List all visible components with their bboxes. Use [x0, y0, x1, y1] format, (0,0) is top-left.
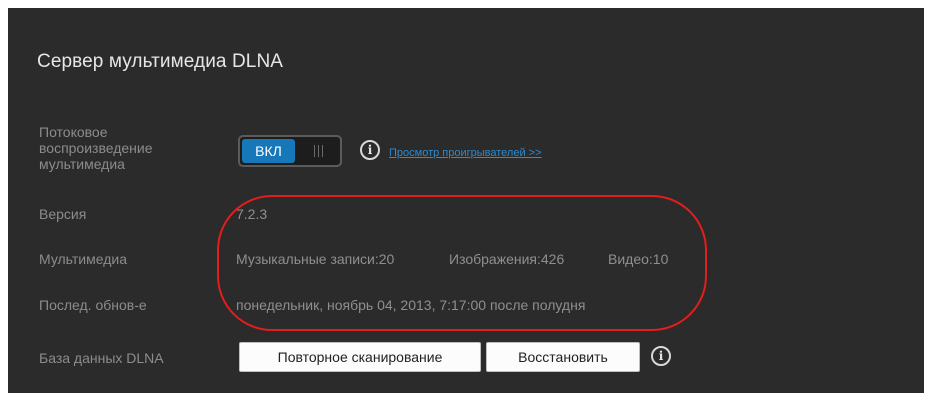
- database-info-icon[interactable]: i: [651, 346, 671, 366]
- page-title: Сервер мультимедиа DLNA: [37, 51, 284, 72]
- restore-button[interactable]: Восстановить: [486, 342, 640, 372]
- dlna-settings-panel: Сервер мультимедиа DLNA Потоковое воспро…: [8, 8, 924, 393]
- rescan-button[interactable]: Повторное сканирование: [239, 342, 481, 372]
- streaming-label-line-3: мультимедиа: [39, 156, 125, 172]
- streaming-label-line-2: воспроизведение: [39, 140, 153, 156]
- media-label: Мультимедиа: [39, 251, 127, 267]
- streaming-toggle[interactable]: ВКЛ: [238, 135, 342, 167]
- database-label: База данных DLNA: [39, 350, 164, 366]
- streaming-label: Потоковое воспроизведение мультимедиа: [39, 124, 153, 172]
- streaming-label-line-1: Потоковое: [39, 124, 108, 140]
- red-highlight-ellipse: [217, 195, 707, 331]
- version-label: Версия: [39, 206, 87, 222]
- players-link[interactable]: Просмотр проигрывателей >>: [389, 147, 542, 159]
- info-icon[interactable]: i: [360, 140, 380, 160]
- toggle-grip-icon: [306, 139, 330, 163]
- toggle-on-label: ВКЛ: [242, 139, 295, 163]
- last-update-label: Послед. обнов-е: [39, 297, 147, 313]
